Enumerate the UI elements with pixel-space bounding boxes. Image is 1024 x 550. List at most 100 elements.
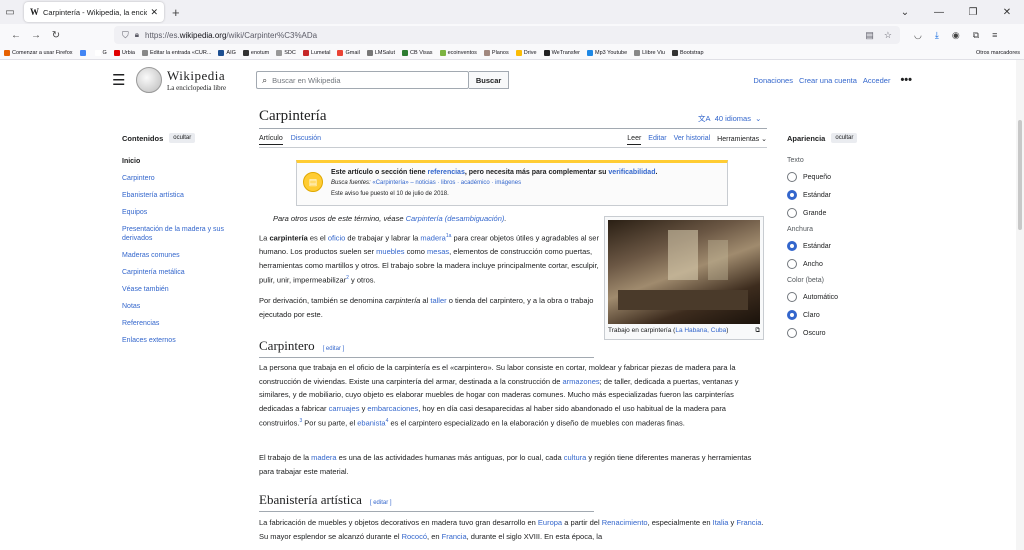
radio-button[interactable] <box>787 241 797 251</box>
toc-item[interactable]: Carpintero <box>122 175 155 182</box>
page-scrollbar[interactable] <box>1016 60 1024 550</box>
toc-item[interactable]: Véase también <box>122 286 169 293</box>
tab-article[interactable]: Artículo <box>259 135 283 145</box>
bookmark-item[interactable]: WeTransfer <box>543 49 580 56</box>
extensions-icon[interactable]: ⧉ <box>973 30 979 41</box>
forward-icon[interactable]: → <box>26 30 46 41</box>
radio-button[interactable] <box>787 208 797 218</box>
appearance-option-text[interactable]: Estándar <box>787 190 907 200</box>
bookmark-star-icon[interactable]: ☆ <box>884 30 892 41</box>
toc-hide-button[interactable]: ocultar <box>169 133 196 143</box>
create-account-link[interactable]: Crear una cuenta <box>799 76 857 85</box>
toc-item[interactable]: Maderas comunes <box>122 252 180 259</box>
bookmark-item[interactable]: Planos <box>483 49 509 56</box>
bookmark-item[interactable]: Lumetal <box>302 49 330 56</box>
lock-icon[interactable]: 🔒︎ <box>135 30 139 40</box>
bookmark-item[interactable]: Drive <box>515 49 537 56</box>
url-bar[interactable]: ⛉ 🔒︎ https://es. wikipedia.org/wiki/Carpi… <box>114 26 900 44</box>
appearance-hide-button[interactable]: ocultar <box>831 133 858 143</box>
bookmark-item[interactable] <box>79 49 88 56</box>
close-tab-icon[interactable]: ✕ <box>150 7 158 18</box>
new-tab-icon[interactable]: + <box>172 5 180 20</box>
language-button[interactable]: 文A 40 idiomas ⌄ <box>698 113 761 124</box>
toc-item[interactable]: Ebanistería artística <box>122 192 184 199</box>
radio-button[interactable] <box>787 190 797 200</box>
bookmark-item[interactable]: Comenzar a usar Firefox <box>4 49 73 56</box>
appearance-option-text[interactable]: Grande <box>787 208 907 218</box>
radio-button[interactable] <box>787 259 797 269</box>
bookmark-item[interactable]: Urbia <box>113 49 135 56</box>
maximize-icon[interactable]: ❐ <box>956 7 990 18</box>
search-button[interactable]: Buscar <box>469 71 510 89</box>
tab-list-icon[interactable]: ▭ <box>0 0 20 24</box>
downloads-icon[interactable]: ⤓ <box>935 30 939 41</box>
edit-section-link[interactable]: [ editar ] <box>323 346 345 352</box>
toc-item[interactable]: Carpintería metálica <box>122 269 185 276</box>
bookmark-item[interactable]: Llibre Viu <box>634 49 665 56</box>
appearance-option-color[interactable]: Oscuro <box>787 328 907 338</box>
edit-section-link[interactable]: [ editar ] <box>370 500 392 506</box>
toc-item[interactable]: Referencias <box>122 320 159 327</box>
other-bookmarks-folder[interactable]: Otros marcadores <box>976 50 1020 56</box>
workshop-photo[interactable] <box>608 220 760 324</box>
donate-link[interactable]: Donaciones <box>753 76 793 85</box>
tab-talk[interactable]: Discusión <box>291 135 321 142</box>
reload-icon[interactable]: ↻ <box>46 30 66 41</box>
appearance-option-width[interactable]: Estándar <box>787 241 907 251</box>
wikipedia-page: ☰ Wikipedia La enciclopedia libre ⌕ Busc… <box>0 60 1024 550</box>
appearance-option-color[interactable]: Automático <box>787 292 907 302</box>
tools-dropdown[interactable]: Herramientas ⌄ <box>717 135 767 145</box>
bookmark-item[interactable]: ecoinventos <box>439 49 477 56</box>
disambiguation-link[interactable]: Carpintería (desambiguación) <box>406 214 505 223</box>
bookmark-item[interactable]: LMSalut <box>366 49 395 56</box>
pocket-icon[interactable]: ◡ <box>914 30 922 41</box>
browser-tab[interactable]: W Carpintería - Wikipedia, la encic ✕ <box>24 2 164 22</box>
tab-history[interactable]: Ver historial <box>674 135 711 145</box>
bookmark-item[interactable]: AIG <box>218 49 236 56</box>
tab-read[interactable]: Leer <box>627 135 642 145</box>
back-icon[interactable]: ← <box>6 30 26 41</box>
toc-item[interactable]: Inicio <box>122 158 140 165</box>
option-label: Automático <box>803 293 839 301</box>
radio-button[interactable] <box>787 310 797 320</box>
verificabilidad-link[interactable]: verificabilidad <box>608 169 655 176</box>
appearance-option-color[interactable]: Claro <box>787 310 907 320</box>
bookmark-item[interactable]: enotum <box>242 49 269 56</box>
bookmark-item[interactable]: SDC <box>276 49 296 56</box>
toc-item[interactable]: Enlaces externos <box>122 337 176 344</box>
bookmark-item[interactable]: G <box>94 49 107 56</box>
radio-button[interactable] <box>787 172 797 182</box>
account-icon[interactable]: ◉ <box>952 30 960 41</box>
more-options-icon[interactable]: ••• <box>900 74 912 86</box>
bookmark-favicon-icon <box>337 49 344 56</box>
radio-button[interactable] <box>787 328 797 338</box>
enlarge-icon[interactable]: ⧉ <box>755 327 760 335</box>
radio-button[interactable] <box>787 292 797 302</box>
bookmark-item[interactable]: Mp3 Youtube <box>587 49 627 56</box>
appearance-option-width[interactable]: Ancho <box>787 259 907 269</box>
login-link[interactable]: Acceder <box>863 76 891 85</box>
list-all-tabs-icon[interactable]: ⌄ <box>888 7 922 18</box>
app-menu-icon[interactable]: ≡ <box>992 30 997 41</box>
main-menu-icon[interactable]: ☰ <box>112 71 132 89</box>
bookmark-item[interactable]: CB Visas <box>402 49 433 56</box>
search-input[interactable]: ⌕ Buscar en Wikipedia <box>256 71 470 89</box>
reader-view-icon[interactable]: ▤ <box>865 30 874 41</box>
toc-item[interactable]: Notas <box>122 303 140 310</box>
figure-caption: Trabajo en carpintería (La Habana, Cuba)… <box>608 327 760 335</box>
bookmark-item[interactable]: Bootstrap <box>672 49 704 56</box>
toc-item[interactable]: Presentación de la madera y sus derivado… <box>122 226 224 242</box>
appearance-option-text[interactable]: Pequeño <box>787 172 907 182</box>
bookmark-item[interactable]: Editar la entrada «CUR... <box>141 49 211 56</box>
referencias-link[interactable]: referencias <box>427 169 464 176</box>
shield-icon[interactable]: ⛉ <box>122 30 129 41</box>
havana-link[interactable]: La Habana, Cuba <box>675 327 726 334</box>
toc-item[interactable]: Equipos <box>122 209 147 216</box>
bookmark-item[interactable]: Gmail <box>337 49 360 56</box>
tab-edit[interactable]: Editar <box>648 135 666 145</box>
wikipedia-logo[interactable]: Wikipedia La enciclopedia libre <box>136 67 226 93</box>
browser-tab-bar: ▭ W Carpintería - Wikipedia, la encic ✕ … <box>0 0 1024 24</box>
minimize-icon[interactable]: — <box>922 7 956 18</box>
close-window-icon[interactable]: ✕ <box>990 7 1024 18</box>
sources-links[interactable]: «Carpintería» – noticias · libros · acad… <box>372 180 521 186</box>
